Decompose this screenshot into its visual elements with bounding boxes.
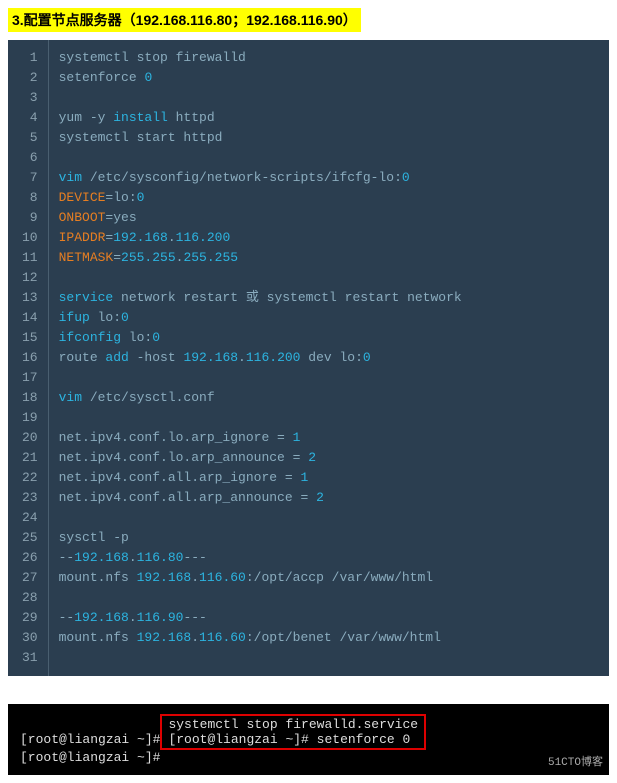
terminal-prompt: [root@liangzai ~]# [20, 750, 160, 765]
code-content: systemctl stop firewalldsetenforce 0 yum… [49, 40, 609, 676]
terminal-cmd: systemctl stop firewalld.service [168, 717, 418, 732]
highlighted-command: systemctl stop firewalld.service[root@li… [160, 714, 426, 750]
section-heading: 3.配置节点服务器（192.168.116.80；192.168.116.90） [8, 8, 361, 32]
terminal-line: [root@liangzai ~]# [20, 750, 597, 765]
terminal-prompt: [root@liangzai ~]# [20, 732, 160, 747]
watermark-text: 51CTO博客 [548, 753, 603, 769]
code-block: 1234567891011121314151617181920212223242… [8, 40, 609, 676]
terminal-screenshot: [root@liangzai ~]# systemctl stop firewa… [8, 704, 609, 775]
terminal-line: [root@liangzai ~]# systemctl stop firewa… [20, 714, 597, 750]
terminal-cmd: setenforce 0 [309, 732, 410, 747]
line-gutter: 1234567891011121314151617181920212223242… [8, 40, 49, 676]
terminal-prompt: [root@liangzai ~]# [168, 732, 308, 747]
